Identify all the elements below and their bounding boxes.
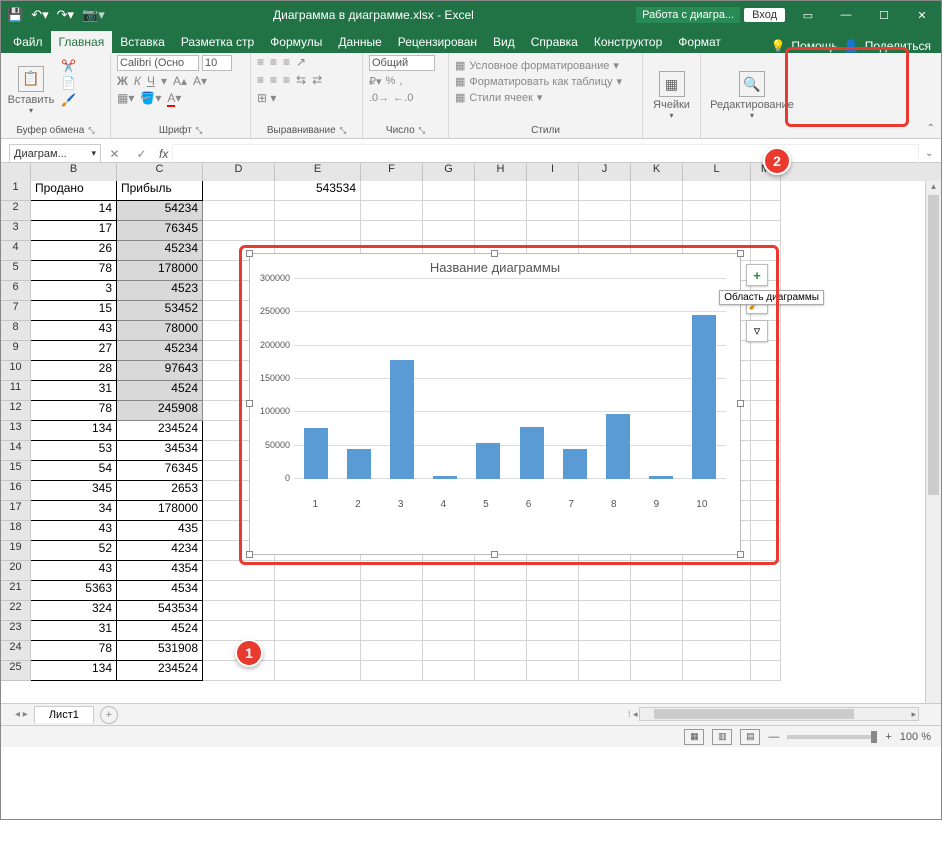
ribbon-body: 📋 Вставить ▾ ✂️ 📄 🖌️ Буфер обмена ⤡ [1, 53, 941, 139]
chart-tooltip: Область диаграммы [719, 290, 824, 305]
chart-title[interactable]: Название диаграммы [250, 260, 740, 275]
fill-color-icon[interactable]: 🪣▾ [140, 91, 161, 105]
sheet-tabs-bar: ◂ ▸ Лист1 + ⁞ ◂ ▸ [1, 703, 941, 725]
normal-view-icon[interactable]: ▦ [684, 729, 704, 745]
styles-group-label: Стили [531, 125, 560, 136]
copy-icon[interactable]: 📄 [61, 76, 76, 90]
clipboard-group-label: Буфер обмена [16, 125, 84, 136]
page-layout-icon[interactable]: ▥ [712, 729, 732, 745]
statusbar: ▦ ▥ ▤ — + 100 % [1, 725, 941, 747]
camera-icon[interactable]: 📷▾ [82, 7, 105, 23]
grid[interactable]: B C DEF GHI JKLM 1ПроданоПрибыль54353421… [1, 163, 941, 703]
format-table-button[interactable]: Форматировать как таблицу [469, 76, 612, 88]
editing-button[interactable]: 🔍Редактирование▾ [707, 55, 797, 136]
tab-format[interactable]: Формат [670, 31, 729, 53]
sheet-tab[interactable]: Лист1 [34, 706, 94, 723]
tab-design[interactable]: Конструктор [586, 31, 670, 53]
cell-styles-icon: ▦ [455, 91, 465, 104]
col-header-C[interactable]: C [117, 163, 203, 181]
tab-data[interactable]: Данные [330, 31, 389, 53]
zoom-slider[interactable] [787, 735, 877, 739]
chart-elements-icon[interactable]: + [746, 264, 768, 286]
cell-styles-button[interactable]: Стили ячеек [469, 92, 532, 104]
formula-bar: Диаграм... ▾ ✕ ✓ fx ⌄ [1, 139, 941, 163]
redo-icon[interactable]: ↷▾ [57, 7, 74, 23]
chart-tools-tab[interactable]: Работа с диагра... [636, 7, 740, 23]
chart-object[interactable]: Название диаграммы 050000100000150000200… [249, 253, 741, 555]
cancel-formula-icon[interactable]: ✕ [109, 147, 119, 161]
font-name[interactable] [117, 55, 199, 71]
ribbon-display-icon[interactable]: ▭ [789, 1, 827, 29]
number-format[interactable] [369, 55, 435, 71]
font-grow-icon[interactable]: A▴ [173, 74, 187, 88]
undo-icon[interactable]: ↶▾ [31, 7, 48, 23]
search-icon: 🔍 [739, 71, 765, 97]
format-table-icon: ▦ [455, 75, 465, 88]
close-icon[interactable]: ✕ [903, 1, 941, 29]
minimize-icon[interactable]: — [827, 1, 865, 29]
sheet-nav-icon[interactable]: ◂ ▸ [15, 709, 28, 720]
maximize-icon[interactable]: ☐ [865, 1, 903, 29]
tab-insert[interactable]: Вставка [112, 31, 173, 53]
tab-file[interactable]: Файл [5, 31, 51, 53]
collapse-ribbon-icon[interactable]: ⌃ [927, 123, 935, 134]
chart-x-axis: 12345678910 [294, 499, 726, 510]
new-sheet-button[interactable]: + [100, 706, 118, 724]
format-painter-icon[interactable]: 🖌️ [61, 93, 76, 107]
cells-icon: ▦ [659, 71, 685, 97]
merge-icon[interactable]: ⊞ ▾ [257, 91, 276, 105]
number-group-label: Число [386, 125, 415, 136]
font-shrink-icon[interactable]: A▾ [193, 74, 207, 88]
conditional-format-icon: ▦ [455, 59, 465, 72]
expand-formula-icon[interactable]: ⌄ [925, 148, 941, 159]
font-color-icon[interactable]: A▾ [167, 91, 181, 105]
page-break-icon[interactable]: ▤ [740, 729, 760, 745]
conditional-format-button[interactable]: Условное форматирование [469, 60, 609, 72]
formula-input[interactable] [172, 144, 919, 164]
alignment-group-label: Выравнивание [267, 125, 336, 136]
cut-icon[interactable]: ✂️ [61, 59, 76, 73]
zoom-in-icon[interactable]: + [885, 731, 891, 743]
help-icon[interactable]: 💡 [770, 39, 785, 53]
callout-2: 2 [763, 147, 791, 175]
tab-layout[interactable]: Разметка стр [173, 31, 262, 53]
zoom-level[interactable]: 100 % [900, 731, 931, 743]
paste-button[interactable]: 📋 Вставить ▾ [7, 55, 55, 125]
chart-filter-icon[interactable]: ▿ [746, 320, 768, 342]
zoom-out-icon[interactable]: — [768, 731, 779, 743]
tab-home[interactable]: Главная [51, 31, 113, 53]
tab-help[interactable]: Справка [523, 31, 586, 53]
clipboard-icon: 📋 [18, 66, 44, 92]
callout-1: 1 [235, 639, 263, 667]
underline-button[interactable]: Ч [147, 74, 155, 88]
ribbon-tabs: Файл Главная Вставка Разметка стр Формул… [1, 29, 941, 53]
font-group-label: Шрифт [159, 125, 192, 136]
window-title: Диаграмма в диаграмме.xlsx - Excel [111, 8, 636, 22]
tab-review[interactable]: Рецензирован [390, 31, 485, 53]
titlebar: 💾 ↶▾ ↷▾ 📷▾ Диаграмма в диаграмме.xlsx - … [1, 1, 941, 29]
border-icon[interactable]: ▦▾ [117, 91, 134, 105]
save-icon[interactable]: 💾 [7, 7, 23, 23]
chart-plot-area[interactable]: 050000100000150000200000250000300000 [294, 279, 726, 489]
select-all-corner[interactable] [1, 163, 31, 181]
v-scrollbar[interactable]: ▴ [925, 181, 941, 703]
fx-icon[interactable]: fx [159, 147, 168, 161]
login-button[interactable]: Вход [744, 8, 785, 22]
bold-button[interactable]: Ж [117, 74, 128, 88]
tab-view[interactable]: Вид [485, 31, 523, 53]
italic-button[interactable]: К [134, 74, 141, 88]
tab-formulas[interactable]: Формулы [262, 31, 330, 53]
enter-formula-icon[interactable]: ✓ [136, 147, 146, 161]
share-label[interactable]: Поделиться [865, 39, 931, 53]
help-label[interactable]: Помощь [791, 39, 837, 53]
name-box[interactable]: Диаграм... ▾ [9, 144, 101, 164]
font-size[interactable] [202, 55, 232, 71]
h-scrollbar[interactable]: ⁞ ◂ ▸ [639, 707, 919, 721]
cells-button[interactable]: ▦Ячейки▾ [649, 55, 694, 136]
share-icon[interactable]: 👤 [844, 39, 859, 53]
col-header-B[interactable]: B [31, 163, 117, 181]
